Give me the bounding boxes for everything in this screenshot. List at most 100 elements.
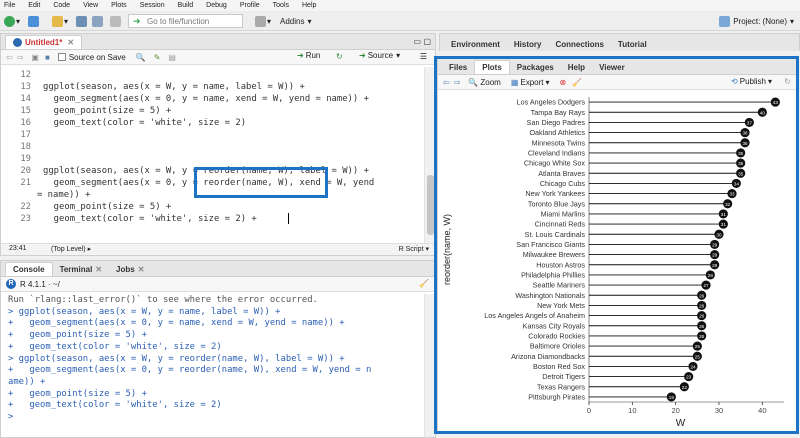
console-line: + geom_point(size = 5) + — [8, 388, 147, 399]
code-line[interactable]: = name)) + — [37, 189, 90, 201]
env-tabbar: Environment History Connections Tutorial — [440, 34, 799, 51]
project-menu[interactable]: Project: (None) ▾ — [719, 14, 794, 28]
console-line: > — [8, 412, 19, 422]
menu-debug[interactable]: Debug — [206, 2, 227, 9]
menu-file[interactable]: File — [4, 2, 15, 9]
console-line: > ggplot(season, aes(x = W, y = reorder(… — [8, 353, 345, 364]
scope-menu[interactable]: (Top Level) ▸ — [51, 245, 91, 253]
new-file-icon[interactable]: ▾ — [4, 14, 20, 28]
console-line: > ggplot(season, aes(x = W, y = name, la… — [8, 306, 281, 317]
console-line: ame)) + — [8, 376, 46, 387]
console-line: + geom_text(color = 'white', size = 2) — [8, 341, 222, 352]
main-toolbar: ▾ ▾ ➜ Go to file/function ▾ Addins ▾ Proj… — [0, 11, 800, 31]
search-icon[interactable]: 🔍 — [136, 53, 146, 62]
close-tab-icon[interactable]: ✕ — [67, 38, 74, 47]
show-in-window-icon[interactable]: ▣ — [31, 53, 39, 62]
text-cursor — [288, 213, 289, 224]
console-line: + geom_point(size = 5) + — [8, 330, 147, 341]
source-editor-pane: Untitled1* ✕ ▭ ▢ ⇦ ⇨ ▣ ■ Source on Save … — [0, 33, 436, 256]
goto-icon: ➜ — [133, 16, 141, 26]
menu-code[interactable]: Code — [53, 2, 70, 9]
source-arrow-icon: ➜ — [359, 51, 366, 60]
menu-view[interactable]: View — [83, 2, 98, 9]
source-on-save-checkbox[interactable] — [57, 53, 66, 61]
tab-jobs[interactable]: Jobs ✕ — [109, 262, 151, 276]
pane-layout-icon[interactable]: ▾ — [255, 14, 271, 28]
menu-help[interactable]: Help — [302, 2, 316, 9]
tab-environment[interactable]: Environment — [444, 37, 507, 51]
forward-arrow-icon[interactable]: ⇨ — [17, 53, 24, 62]
code-line[interactable]: geom_segment(aes(x = 0, y = name, xend =… — [43, 93, 369, 105]
clear-console-icon[interactable]: 🧹 — [419, 279, 429, 288]
outline-icon[interactable]: ☰ — [420, 52, 427, 61]
line-number: 16 — [20, 118, 31, 128]
addins-menu[interactable]: Addins ▾ — [280, 14, 311, 28]
code-area[interactable]: 12 13 ggplot(season, aes(x = W, y = name, … — [1, 67, 424, 243]
console-line: Run `rlang::last_error()` to see where t… — [8, 295, 318, 305]
menu-bar: File Edit Code View Plots Session Build Debug Pr… — [0, 0, 800, 11]
editor-tabbar: Untitled1* ✕ ▭ ▢ — [1, 34, 435, 50]
editor-toolbar: ⇦ ⇨ ▣ ■ Source on Save 🔍 ✎ ▤ ➜ Run ↻ ➜ Sou… — [1, 50, 435, 65]
code-line[interactable]: geom_text(color = 'white', size = 2) — [43, 117, 246, 129]
line-number: 15 — [20, 106, 31, 116]
line-number: 22 — [20, 202, 31, 212]
rerun-icon[interactable]: ↻ — [336, 52, 343, 61]
menu-tools[interactable]: Tools — [273, 2, 289, 9]
scroll-thumb[interactable] — [427, 175, 434, 235]
line-number: 18 — [20, 142, 31, 152]
code-line[interactable]: geom_text(color = 'white', size = 2) + — [43, 213, 257, 225]
source-button[interactable]: ➜ Source ▾ — [359, 51, 400, 60]
console-line: + geom_segment(aes(x = 0, y = reorder(na… — [8, 365, 372, 376]
r-logo-icon: R — [6, 279, 16, 289]
tab-console[interactable]: Console — [5, 262, 53, 276]
menu-profile[interactable]: Profile — [240, 2, 260, 9]
line-number: 13 — [20, 82, 31, 92]
console-line: + geom_text(color = 'white', size = 2) — [8, 400, 222, 411]
line-number: 12 — [20, 70, 31, 80]
r-file-icon — [13, 38, 22, 47]
highlight-box-plot — [434, 56, 799, 434]
code-line[interactable]: ggplot(season, aes(x = W, y = name, labe… — [43, 81, 305, 93]
menu-plots[interactable]: Plots — [111, 2, 127, 9]
run-icon: ➜ — [297, 51, 304, 60]
print-icon[interactable] — [110, 14, 121, 28]
console-tabbar: Console Terminal ✕ Jobs ✕ — [1, 261, 435, 277]
highlight-box — [194, 167, 328, 198]
save-icon[interactable] — [76, 14, 87, 28]
new-project-icon[interactable] — [28, 14, 39, 28]
goto-file-input[interactable]: ➜ Go to file/function — [128, 14, 243, 28]
line-number: 19 — [20, 154, 31, 164]
menu-build[interactable]: Build — [178, 2, 194, 9]
save-file-icon[interactable]: ■ — [45, 53, 50, 62]
tab-terminal[interactable]: Terminal ✕ — [53, 262, 109, 276]
line-number: 17 — [20, 130, 31, 140]
tab-connections[interactable]: Connections — [548, 37, 610, 51]
tab-tutorial[interactable]: Tutorial — [611, 37, 654, 51]
line-number: 14 — [20, 94, 31, 104]
console-header: R R 4.1.1 · ~/ 🧹 — [1, 277, 435, 292]
open-file-icon[interactable]: ▾ — [52, 14, 68, 28]
code-line[interactable]: geom_point(size = 5) + — [43, 201, 172, 213]
tab-history[interactable]: History — [507, 37, 549, 51]
code-line[interactable]: geom_point(size = 5) + — [43, 105, 172, 117]
back-arrow-icon[interactable]: ⇦ — [6, 53, 13, 62]
line-number: 23 — [20, 214, 31, 224]
console-line: + geom_segment(aes(x = 0, y = name, xend… — [8, 318, 345, 329]
menu-edit[interactable]: Edit — [28, 2, 40, 9]
console-output[interactable]: Run `rlang::last_error()` to see where t… — [1, 294, 424, 437]
editor-statusbar: 23:41 (Top Level) ▸ R Script ▾ — [1, 243, 435, 255]
minimize-pane-icon[interactable]: ▭ — [413, 37, 421, 46]
project-icon — [719, 15, 731, 27]
run-button[interactable]: ➜ Run — [297, 51, 320, 60]
file-type-menu[interactable]: R Script ▾ — [399, 245, 429, 253]
console-pane: Console Terminal ✕ Jobs ✕ R R 4.1.1 · ~/ 🧹… — [0, 260, 436, 438]
menu-session[interactable]: Session — [140, 2, 165, 9]
environment-pane: Environment History Connections Tutorial — [439, 33, 800, 51]
save-all-icon[interactable] — [92, 14, 103, 28]
tab-untitled1[interactable]: Untitled1* ✕ — [5, 35, 83, 49]
compile-report-icon[interactable]: ▤ — [168, 53, 176, 62]
code-tools-icon[interactable]: ✎ — [154, 53, 161, 62]
maximize-pane-icon[interactable]: ▢ — [423, 37, 431, 46]
line-number: 20 — [20, 166, 31, 176]
line-number: 21 — [20, 178, 31, 188]
